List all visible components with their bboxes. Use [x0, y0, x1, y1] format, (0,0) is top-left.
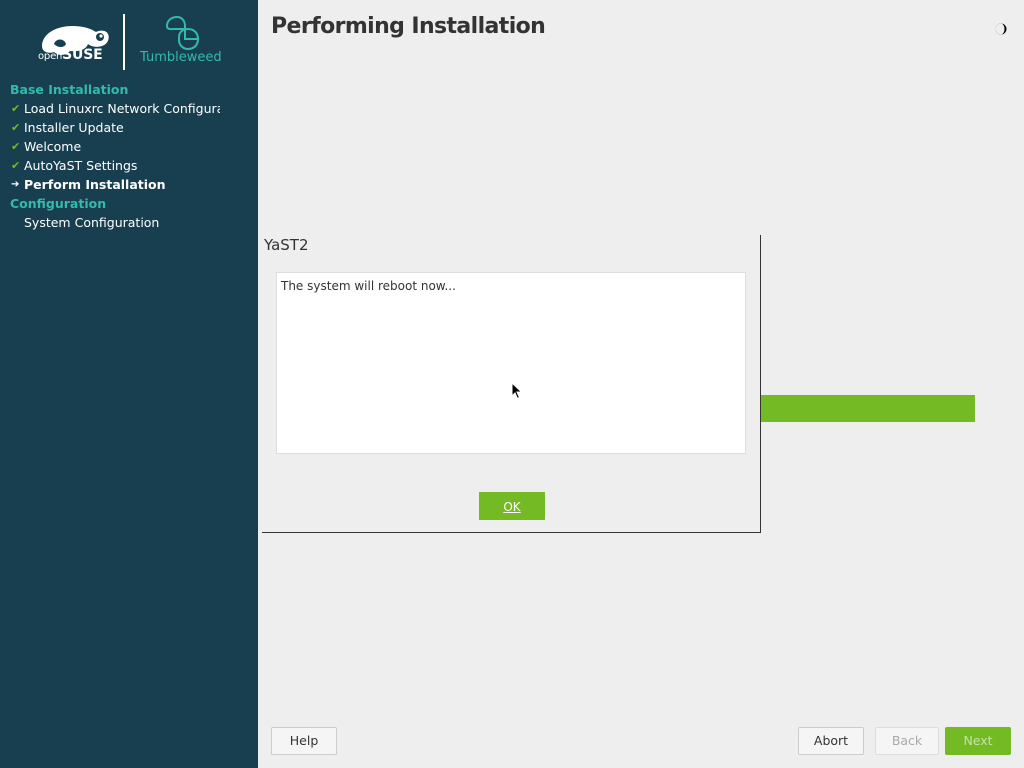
step-label: Load Linuxrc Network Configuration [24, 101, 220, 116]
back-button-label: Back [891, 733, 923, 748]
logo-divider [123, 14, 125, 70]
page-title: Performing Installation [271, 14, 546, 39]
opensuse-wordmark: openSUSE [38, 47, 103, 63]
logo-area: openSUSE Tumbleweed [0, 0, 258, 80]
tumbleweed-wordmark: Tumbleweed [140, 50, 222, 65]
step-system-configuration: System Configuration [0, 213, 220, 232]
help-button-label: Help [289, 733, 319, 748]
mouse-pointer-icon [511, 382, 523, 400]
dialog-message: The system will reboot now... [281, 279, 456, 293]
step-label: System Configuration [24, 215, 160, 230]
step-label: Perform Installation [24, 177, 166, 192]
checkmark-icon: ✔ [11, 140, 21, 153]
checkmark-icon: ✔ [11, 102, 21, 115]
next-button[interactable]: Next [945, 727, 1011, 755]
ok-button[interactable]: OK [479, 492, 545, 520]
step-installer-update: ✔ Installer Update [0, 118, 220, 137]
tumbleweed-icon [165, 16, 200, 50]
installation-progress-bar [756, 395, 975, 422]
step-perform-installation: ➔ Perform Installation [0, 175, 220, 194]
installation-steps: Base Installation ✔ Load Linuxrc Network… [0, 80, 258, 232]
abort-button-label: Abort [813, 733, 849, 748]
step-welcome: ✔ Welcome [0, 137, 220, 156]
step-autoyast-settings: ✔ AutoYaST Settings [0, 156, 220, 175]
step-label: Installer Update [24, 120, 124, 135]
back-button[interactable]: Back [875, 727, 939, 755]
step-label: Welcome [24, 139, 82, 154]
step-label: AutoYaST Settings [24, 158, 138, 173]
help-button[interactable]: Help [271, 727, 337, 755]
arrow-right-icon: ➔ [11, 179, 20, 190]
sidebar: openSUSE Tumbleweed Base Installation ✔ … [0, 0, 258, 768]
half-moon-icon[interactable] [992, 20, 1010, 38]
step-heading-configuration: Configuration [10, 196, 107, 211]
step-heading-base-installation: Base Installation [10, 82, 129, 97]
checkmark-icon: ✔ [11, 121, 21, 134]
next-button-label: Next [963, 733, 993, 748]
abort-button[interactable]: Abort [798, 727, 864, 755]
checkmark-icon: ✔ [11, 159, 21, 172]
step-load-linuxrc-network: ✔ Load Linuxrc Network Configuration [0, 99, 220, 118]
dialog-title: YaST2 [264, 236, 309, 254]
dialog-message-box: The system will reboot now... [276, 272, 746, 454]
